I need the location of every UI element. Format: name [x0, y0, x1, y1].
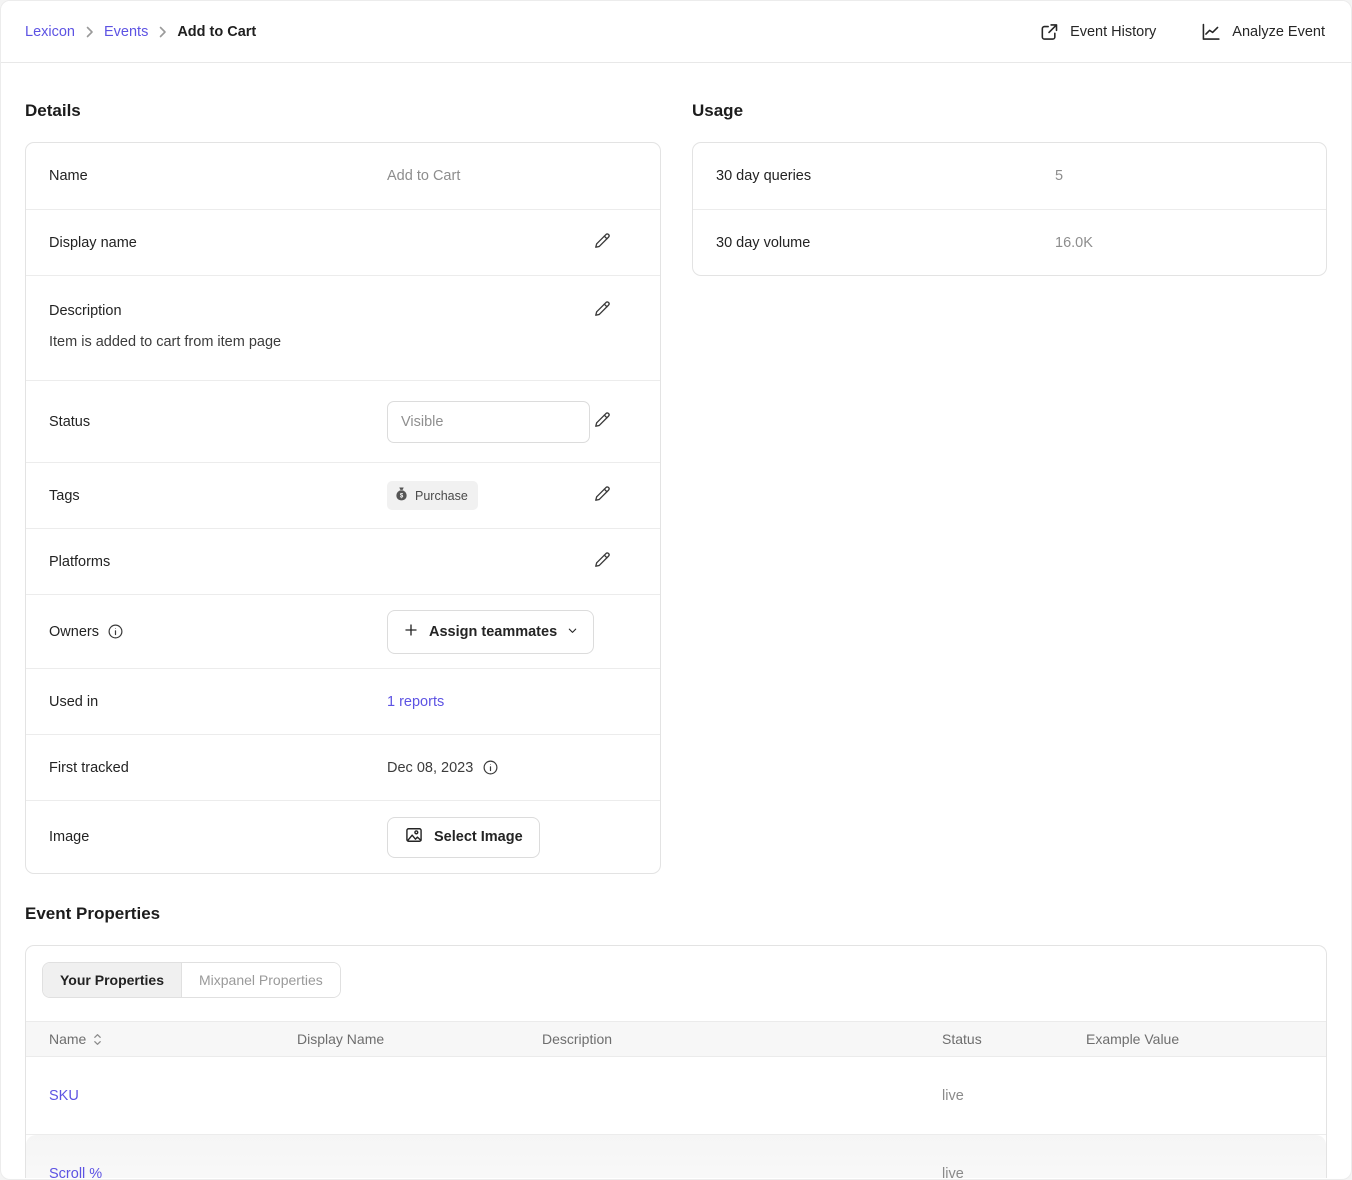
edit-display-name-button[interactable]	[590, 229, 614, 256]
edit-status-button[interactable]	[590, 408, 614, 435]
top-bar-actions: Event History Analyze Event	[1039, 22, 1325, 42]
first-tracked-label: First tracked	[49, 760, 387, 776]
detail-row-status: Status	[26, 380, 660, 462]
properties-tab-group: Your Properties Mixpanel Properties	[42, 962, 341, 998]
info-icon[interactable]	[107, 623, 124, 640]
breadcrumb-current-event: Add to Cart	[177, 24, 256, 40]
tag-purchase-label: Purchase	[415, 489, 468, 503]
status-label: Status	[49, 414, 387, 430]
display-name-label: Display name	[49, 235, 387, 251]
event-history-button[interactable]: Event History	[1039, 22, 1156, 42]
column-header-name[interactable]: Name	[26, 1031, 297, 1047]
breadcrumb-lexicon-link[interactable]: Lexicon	[25, 24, 75, 40]
property-link-scroll-percent[interactable]: Scroll %	[49, 1166, 102, 1178]
analyze-event-label: Analyze Event	[1232, 24, 1325, 40]
edit-tags-button[interactable]	[590, 482, 614, 509]
info-icon[interactable]	[482, 759, 499, 776]
status-input[interactable]	[387, 401, 590, 443]
breadcrumb: Lexicon Events Add to Cart	[25, 24, 256, 40]
lexicon-event-detail-page: Lexicon Events Add to Cart Event History	[0, 0, 1352, 1180]
table-row-scroll-percent[interactable]: Scroll % live	[26, 1135, 1326, 1178]
edit-description-button[interactable]	[590, 297, 614, 324]
column-header-status[interactable]: Status	[942, 1031, 1086, 1047]
tags-label: Tags	[49, 488, 387, 504]
event-properties-title: Event Properties	[25, 902, 1327, 926]
chevron-right-icon	[158, 26, 167, 38]
detail-row-description: Description Item is added to cart from i…	[26, 275, 660, 380]
money-bag-icon: $	[395, 487, 408, 504]
reports-link[interactable]: 1 reports	[387, 694, 444, 710]
image-label: Image	[49, 829, 387, 845]
tag-purchase[interactable]: $ Purchase	[387, 481, 478, 510]
assign-teammates-label: Assign teammates	[429, 624, 557, 640]
sku-status: live	[942, 1088, 1086, 1104]
image-icon	[404, 825, 424, 849]
detail-row-owners: Owners Assign teammates	[26, 594, 660, 668]
detail-row-image: Image Select Image	[26, 800, 660, 873]
column-header-display-name[interactable]: Display Name	[297, 1031, 542, 1047]
external-link-icon	[1039, 22, 1059, 42]
analyze-event-button[interactable]: Analyze Event	[1200, 22, 1325, 42]
volume-value: 16.0K	[1055, 235, 1093, 251]
line-chart-icon	[1200, 22, 1221, 42]
detail-row-first-tracked: First tracked Dec 08, 2023	[26, 734, 660, 800]
pencil-icon	[592, 231, 612, 254]
queries-value: 5	[1055, 168, 1063, 184]
edit-platforms-button[interactable]	[590, 548, 614, 575]
owners-label: Owners	[49, 624, 99, 640]
select-image-button[interactable]: Select Image	[387, 817, 540, 858]
usage-row-volume: 30 day volume 16.0K	[693, 209, 1326, 275]
chevron-down-icon	[567, 624, 578, 640]
description-value: Item is added to cart from item page	[49, 332, 614, 352]
event-properties-section: Event Properties Your Properties Mixpane…	[25, 902, 1327, 1178]
usage-card: 30 day queries 5 30 day volume 16.0K	[692, 142, 1327, 276]
details-section: Details Name Add to Cart Display name	[25, 99, 661, 874]
volume-label: 30 day volume	[716, 235, 1055, 251]
pencil-icon	[592, 299, 612, 322]
detail-row-platforms: Platforms	[26, 528, 660, 594]
detail-row-display-name: Display name	[26, 209, 660, 275]
properties-table-header: Name Display Name Description Status Exa…	[26, 1021, 1326, 1057]
page-content: Details Name Add to Cart Display name	[1, 63, 1351, 1178]
usage-section: Usage 30 day queries 5 30 day volume 16.…	[692, 99, 1327, 874]
usage-row-queries: 30 day queries 5	[693, 143, 1326, 209]
platforms-label: Platforms	[49, 554, 387, 570]
description-label: Description	[49, 303, 590, 319]
plus-icon	[403, 622, 419, 642]
column-header-example-value[interactable]: Example Value	[1086, 1031, 1326, 1047]
detail-row-name: Name Add to Cart	[26, 143, 660, 209]
pencil-icon	[592, 410, 612, 433]
breadcrumb-events-link[interactable]: Events	[104, 24, 148, 40]
event-properties-card: Your Properties Mixpanel Properties Name…	[25, 945, 1327, 1178]
chevron-right-icon	[85, 26, 94, 38]
assign-teammates-button[interactable]: Assign teammates	[387, 610, 594, 654]
column-name-label: Name	[49, 1031, 86, 1047]
event-history-label: Event History	[1070, 24, 1156, 40]
usage-title: Usage	[692, 99, 1327, 123]
top-bar: Lexicon Events Add to Cart Event History	[1, 1, 1351, 63]
select-image-label: Select Image	[434, 829, 523, 845]
property-link-sku[interactable]: SKU	[49, 1088, 79, 1104]
details-card: Name Add to Cart Display name	[25, 142, 661, 874]
pencil-icon	[592, 550, 612, 573]
detail-row-tags: Tags $ Purchase	[26, 462, 660, 528]
details-title: Details	[25, 99, 661, 123]
used-in-label: Used in	[49, 694, 387, 710]
sort-icon	[93, 1033, 102, 1046]
tab-your-properties[interactable]: Your Properties	[43, 963, 182, 997]
pencil-icon	[592, 484, 612, 507]
tab-mixpanel-properties[interactable]: Mixpanel Properties	[182, 963, 340, 997]
first-tracked-value: Dec 08, 2023	[387, 760, 473, 776]
queries-label: 30 day queries	[716, 168, 1055, 184]
scroll-status: live	[942, 1166, 1086, 1178]
column-header-description[interactable]: Description	[542, 1031, 942, 1047]
table-row-sku[interactable]: SKU live	[26, 1057, 1326, 1135]
name-value: Add to Cart	[387, 168, 460, 184]
name-label: Name	[49, 168, 387, 184]
detail-row-used-in: Used in 1 reports	[26, 668, 660, 734]
